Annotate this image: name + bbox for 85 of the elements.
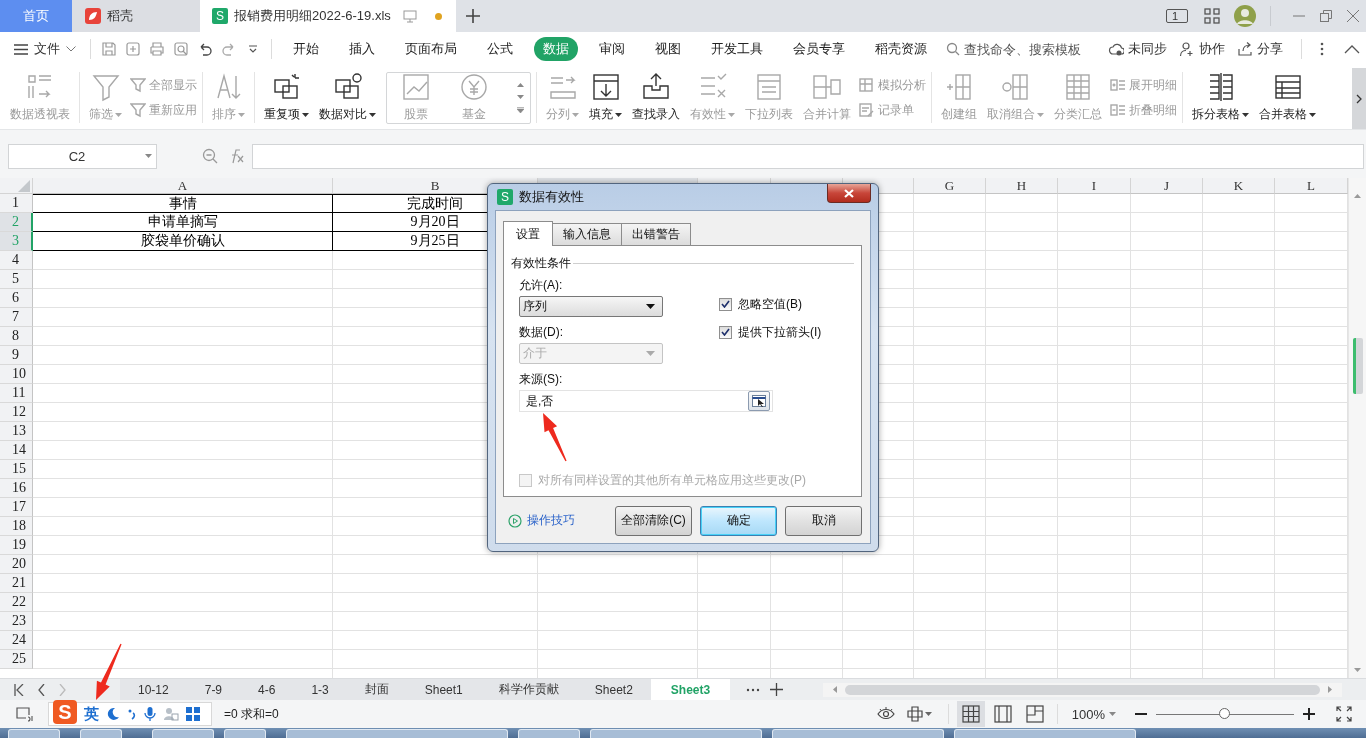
- dialog-button[interactable]: 全部清除(C): [615, 505, 692, 536]
- row-header[interactable]: 22: [0, 593, 33, 612]
- toolbar-button[interactable]: 分享: [1237, 40, 1283, 58]
- ribbon-tab[interactable]: 会员专享: [784, 37, 854, 61]
- file-menu[interactable]: 文件: [14, 40, 76, 58]
- ribbon-button[interactable]: 查找录入: [628, 70, 684, 125]
- docer-tab[interactable]: 稻壳: [72, 0, 200, 32]
- row-header[interactable]: 16: [0, 479, 33, 498]
- zoom-dropdown[interactable]: 100%: [1071, 706, 1116, 722]
- row-header[interactable]: 20: [0, 555, 33, 574]
- summary-text: =0 求和=0: [224, 705, 279, 723]
- sheet-tab[interactable]: 科学作贡献: [480, 679, 577, 700]
- column-header[interactable]: G: [914, 178, 986, 194]
- table-cell: 申请单摘写: [33, 213, 333, 232]
- field-label: 来源(S):: [519, 372, 564, 386]
- source-field[interactable]: 是,否: [519, 390, 773, 412]
- row-header[interactable]: 14: [0, 441, 33, 460]
- table-cell: 胶袋单价确认: [33, 232, 333, 251]
- search-field[interactable]: 查找命令、搜索模板: [946, 41, 1092, 57]
- column-header[interactable]: K: [1203, 178, 1275, 194]
- document-tab[interactable]: S 报销费用明细2022-6-19.xls: [200, 0, 456, 32]
- row-header[interactable]: 21: [0, 574, 33, 593]
- ribbon-button[interactable]: 拆分表格: [1188, 70, 1253, 125]
- column-header[interactable]: L: [1275, 178, 1348, 194]
- sheet-tab[interactable]: Sheet2: [576, 679, 651, 700]
- ribbon-tab[interactable]: 公式: [478, 37, 522, 61]
- row-header[interactable]: 10: [0, 365, 33, 384]
- row-header[interactable]: 17: [0, 498, 33, 517]
- row-header[interactable]: 19: [0, 536, 33, 555]
- ribbon-tab[interactable]: 页面布局: [396, 37, 466, 61]
- sheet-tab[interactable]: 1-3: [293, 679, 347, 700]
- field-label: 允许(A):: [519, 278, 564, 292]
- input-mode-button[interactable]: 英: [84, 704, 99, 724]
- column-header[interactable]: A: [33, 178, 333, 194]
- toolbar-button[interactable]: 协作: [1179, 40, 1225, 58]
- dialog-tab[interactable]: 输入信息: [552, 223, 622, 245]
- sheet-tab[interactable]: 封面: [346, 679, 407, 700]
- column-header[interactable]: H: [986, 178, 1058, 194]
- ribbon-tab[interactable]: 审阅: [590, 37, 634, 61]
- column-header[interactable]: J: [1131, 178, 1203, 194]
- row-header[interactable]: 18: [0, 517, 33, 536]
- toolbar-button[interactable]: 未同步: [1108, 40, 1167, 58]
- column-header[interactable]: I: [1058, 178, 1131, 194]
- row-header[interactable]: 7: [0, 308, 33, 327]
- row-header[interactable]: 9: [0, 346, 33, 365]
- row-header[interactable]: 5: [0, 270, 33, 289]
- ribbon-button[interactable]: 重复项: [260, 70, 313, 125]
- dropdown-field[interactable]: 序列: [519, 296, 663, 317]
- row-header[interactable]: 25: [0, 650, 33, 669]
- ribbon-tab[interactable]: 视图: [646, 37, 690, 61]
- section-title: 有效性条件: [511, 256, 571, 270]
- row-header[interactable]: 23: [0, 612, 33, 631]
- sheet-tab[interactable]: 4-6: [240, 679, 294, 700]
- sheet-tab[interactable]: 7-9: [186, 679, 241, 700]
- row-header[interactable]: 4: [0, 251, 33, 270]
- row-header[interactable]: 1: [0, 194, 33, 213]
- row-header[interactable]: 12: [0, 403, 33, 422]
- name-box[interactable]: C2: [8, 143, 157, 169]
- dialog-tab[interactable]: 出错警告: [621, 223, 691, 245]
- row-header[interactable]: 6: [0, 289, 33, 308]
- ribbon-tab[interactable]: 插入: [340, 37, 384, 61]
- row-header[interactable]: 11: [0, 384, 33, 403]
- row-header[interactable]: 8: [0, 327, 33, 346]
- ribbon-button[interactable]: 合并表格: [1255, 70, 1320, 125]
- sheet-tab[interactable]: 10-12: [120, 679, 187, 700]
- ribbon-tab[interactable]: 开发工具: [702, 37, 772, 61]
- row-header[interactable]: 24: [0, 631, 33, 650]
- ribbon-tab[interactable]: 开始: [284, 37, 328, 61]
- checkbox[interactable]: 提供下拉箭头(I): [719, 325, 822, 339]
- dialog-button[interactable]: 确定: [700, 505, 777, 536]
- field-label: 数据(D):: [519, 325, 564, 339]
- app-logo: S: [497, 189, 513, 205]
- table-cell: 事情: [33, 194, 333, 213]
- row-header[interactable]: 15: [0, 460, 33, 479]
- row-header[interactable]: 13: [0, 422, 33, 441]
- sheet-tab[interactable]: Sheet1: [406, 679, 481, 700]
- dialog-tab[interactable]: 设置: [503, 221, 553, 246]
- checkbox[interactable]: 忽略空值(B): [719, 297, 822, 311]
- dialog-button[interactable]: 取消: [785, 505, 862, 536]
- ribbon-button[interactable]: 数据对比: [315, 70, 380, 125]
- ribbon-tab[interactable]: 稻壳资源: [866, 37, 936, 61]
- help-link[interactable]: 操作技巧: [508, 512, 575, 529]
- ribbon-button[interactable]: 填充: [585, 70, 626, 125]
- page-count-button[interactable]: 1: [1165, 9, 1188, 23]
- app-logo: S: [212, 8, 228, 24]
